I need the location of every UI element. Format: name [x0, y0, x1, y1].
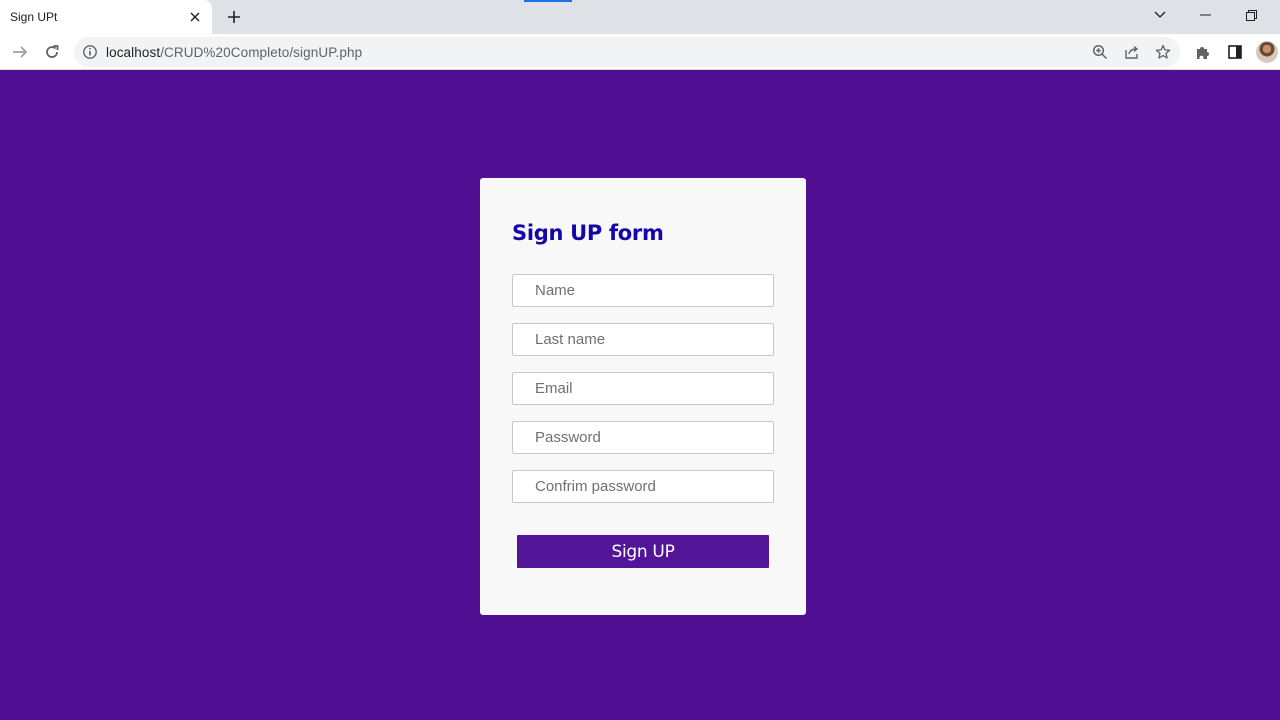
minimize-button[interactable] — [1190, 2, 1220, 28]
restore-button[interactable] — [1236, 2, 1266, 28]
tab-strip-accent — [524, 0, 572, 2]
back-button[interactable] — [8, 40, 32, 64]
side-panel-icon — [1228, 45, 1242, 59]
close-icon[interactable] — [184, 6, 206, 28]
url-path: /CRUD%20Completo/signUP.php — [160, 44, 363, 60]
arrow-right-icon — [13, 46, 28, 58]
reload-button[interactable] — [40, 40, 64, 64]
minimize-icon — [1199, 14, 1211, 16]
star-icon — [1155, 44, 1171, 59]
chevron-down-icon — [1154, 11, 1166, 18]
tab-search-button[interactable] — [1145, 2, 1175, 28]
zoom-button[interactable] — [1088, 40, 1112, 64]
sign-up-button[interactable]: Sign UP — [517, 535, 769, 568]
address-bar[interactable]: localhost/CRUD%20Completo/signUP.php — [74, 37, 1180, 67]
tab-strip: Sign UPt — [0, 0, 1280, 34]
reload-icon — [46, 45, 59, 58]
bookmark-button[interactable] — [1151, 40, 1175, 64]
signup-card: Sign UP form Sign UP — [480, 178, 806, 615]
browser-tab[interactable]: Sign UPt — [0, 0, 212, 34]
share-icon — [1125, 45, 1139, 59]
page-background: Sign UP form Sign UP — [0, 70, 1280, 720]
tab-title: Sign UPt — [10, 10, 58, 24]
email-field[interactable] — [512, 372, 774, 405]
extensions-button[interactable] — [1191, 40, 1215, 64]
new-tab-button[interactable] — [222, 5, 246, 29]
restore-icon — [1245, 9, 1257, 21]
zoom-icon — [1092, 44, 1108, 60]
name-field[interactable] — [512, 274, 774, 307]
share-button[interactable] — [1120, 40, 1144, 64]
url-text[interactable]: localhost/CRUD%20Completo/signUP.php — [106, 45, 362, 60]
form-title: Sign UP form — [512, 221, 664, 245]
url-host: localhost — [106, 44, 161, 60]
info-icon[interactable] — [82, 44, 98, 60]
puzzle-icon — [1197, 47, 1209, 59]
avatar[interactable] — [1256, 41, 1278, 63]
plus-icon — [228, 11, 240, 23]
browser-toolbar: localhost/CRUD%20Completo/signUP.php — [0, 34, 1280, 70]
last-name-field[interactable] — [512, 323, 774, 356]
side-panel-button[interactable] — [1223, 40, 1247, 64]
password-field[interactable] — [512, 421, 774, 454]
confirm-password-field[interactable] — [512, 470, 774, 503]
